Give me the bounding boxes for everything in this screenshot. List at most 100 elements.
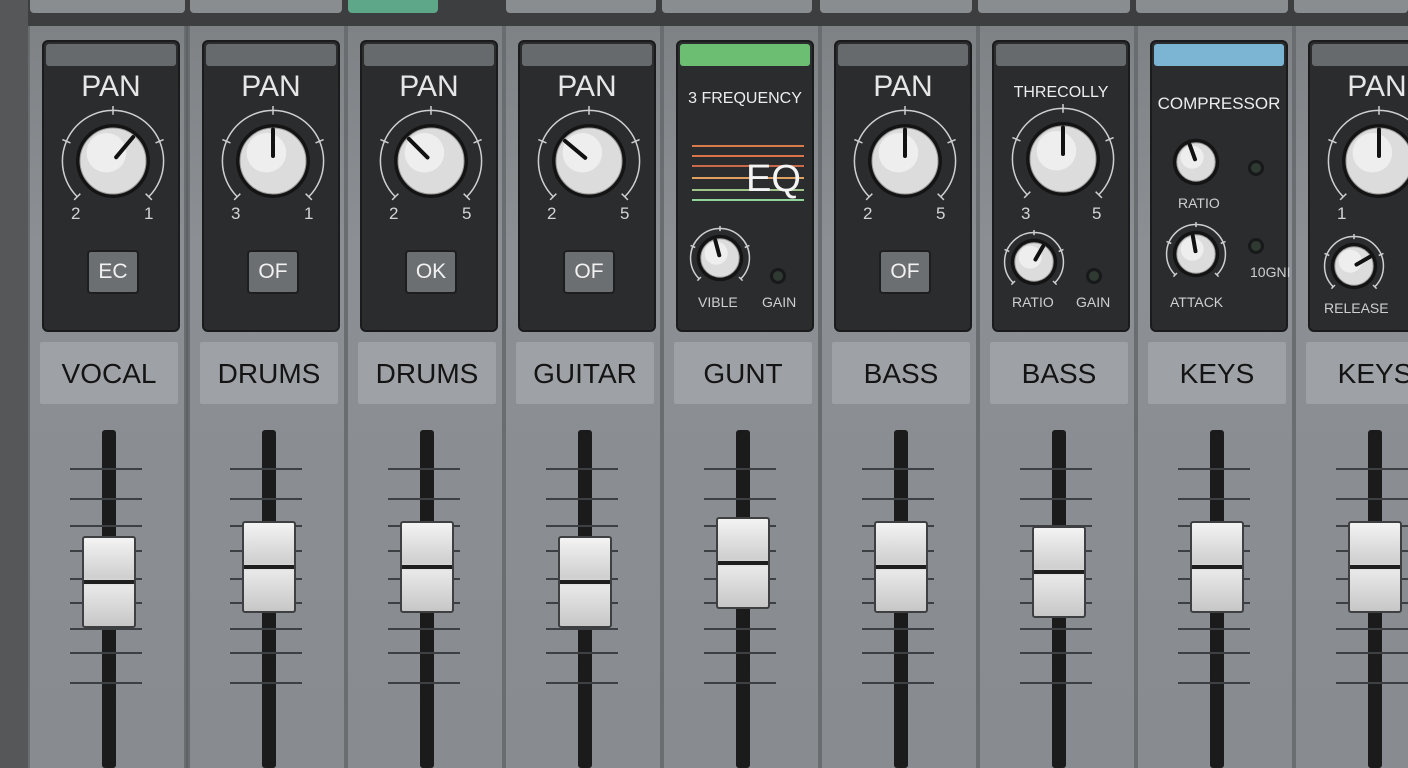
release-knob[interactable] [1322, 234, 1386, 298]
fader-tick [1020, 652, 1092, 654]
fader-area [822, 430, 976, 768]
eq-title: 3 FREQUENCY [688, 90, 802, 107]
fader-area [506, 430, 660, 768]
threshold-knob[interactable] [1008, 104, 1118, 214]
channel-panel: COMPRESSOR RATIO ATTACK 10GNI [1150, 40, 1291, 332]
gain-label: GAIN [1076, 294, 1111, 310]
left-edge [0, 0, 28, 768]
pan-knob[interactable] [376, 106, 486, 216]
knob-scale-right: 1 [144, 204, 154, 223]
attack-knob[interactable] [1164, 222, 1228, 286]
fader-area [664, 430, 818, 768]
channel-strip: PAN 2 5 OF BASS [820, 26, 978, 768]
knob-scale-right: 5 [1092, 204, 1102, 223]
vible-label: VIBLE [698, 294, 738, 310]
fader-tick [1336, 468, 1408, 470]
fader-tick [1020, 468, 1092, 470]
comp-led[interactable] [1248, 160, 1264, 176]
channel-button[interactable]: EC [87, 250, 139, 294]
fader-area [1296, 430, 1408, 768]
fader-cap[interactable] [82, 536, 136, 628]
channel-button[interactable]: OF [247, 250, 299, 294]
channel-strip: THRECOLLY 3 5 RATIO GAIN BASS [978, 26, 1136, 768]
fader-tick [388, 468, 460, 470]
pan-knob[interactable] [58, 106, 168, 216]
fader-tick [1020, 498, 1092, 500]
gain-led[interactable] [1086, 268, 1102, 284]
comp-led[interactable] [1248, 238, 1264, 254]
fader-tick [388, 652, 460, 654]
top-bar [0, 0, 1408, 26]
panel-header [996, 44, 1126, 66]
fader-cap[interactable] [1190, 521, 1244, 613]
pan-label: PAN [873, 70, 933, 103]
channel-panel: PAN 2 5 OF [834, 40, 972, 332]
fader-tick [862, 652, 934, 654]
knob-scale-left: 3 [231, 204, 241, 223]
fader-area [190, 430, 344, 768]
pan-knob[interactable] [218, 106, 328, 216]
fader-cap[interactable] [874, 521, 928, 613]
fader-tick [388, 498, 460, 500]
channel-strip: PAN 2 1 EC VOCAL [28, 26, 186, 768]
fader-tick [70, 525, 142, 527]
fader-cap[interactable] [1348, 521, 1402, 613]
channel-name: DRUMS [200, 342, 338, 404]
channel-strip: COMPRESSOR RATIO ATTACK 10GNI KEYS [1136, 26, 1294, 768]
pan-label: PAN [241, 70, 301, 103]
top-segment [1294, 0, 1408, 13]
channel-strip: PAN 2 5 OK DRUMS [346, 26, 504, 768]
channel-button[interactable]: OF [563, 250, 615, 294]
fader-tick [1020, 628, 1092, 630]
fader-tick [1336, 628, 1408, 630]
fader-cap[interactable] [716, 517, 770, 609]
knob-scale-right: 5 [620, 204, 630, 223]
fader-cap[interactable] [242, 521, 296, 613]
panel-header [522, 44, 652, 66]
panel-header [838, 44, 968, 66]
panel-header [46, 44, 176, 66]
pan-knob[interactable] [850, 106, 960, 216]
fader-tick [230, 682, 302, 684]
panel-header [1312, 44, 1408, 66]
knob-scale-left: 3 [1021, 204, 1031, 223]
led-label: 10GNI [1250, 264, 1291, 280]
fader-tick [1178, 628, 1250, 630]
fader-tick [230, 652, 302, 654]
fader-area [30, 430, 184, 768]
channel-name: KEYS [1306, 342, 1408, 404]
fader-cap[interactable] [1032, 526, 1086, 618]
pan-knob[interactable] [1324, 106, 1408, 216]
fader-tick [862, 468, 934, 470]
ratio-knob[interactable] [1002, 230, 1066, 294]
fader-tick [1336, 652, 1408, 654]
channel-name: KEYS [1148, 342, 1286, 404]
knob-scale-right: 1 [304, 204, 314, 223]
gain-led[interactable] [770, 268, 786, 284]
fader-tick [862, 682, 934, 684]
channel-name: DRUMS [358, 342, 496, 404]
channel-panel: PAN 2 1 EC [42, 40, 180, 332]
fader-tick [704, 468, 776, 470]
ratio-knob[interactable] [1164, 130, 1228, 194]
fader-tick [1336, 498, 1408, 500]
knob-scale-left: 2 [71, 204, 81, 223]
fader-tick [70, 652, 142, 654]
fader-tick [388, 682, 460, 684]
fader-cap[interactable] [558, 536, 612, 628]
fader-area [348, 430, 502, 768]
top-segment-active [348, 0, 438, 13]
knob-scale-right: 5 [462, 204, 472, 223]
channel-panel: 3 FREQUENCY EQ VIBLE GAIN [676, 40, 814, 332]
pan-label: PAN [399, 70, 459, 103]
fader-cap[interactable] [400, 521, 454, 613]
pan-knob[interactable] [534, 106, 644, 216]
top-segment [30, 0, 185, 13]
channel-button[interactable]: OK [405, 250, 457, 294]
channel-button[interactable]: OF [879, 250, 931, 294]
vible-knob[interactable] [688, 226, 752, 290]
fader-tick [230, 628, 302, 630]
release-label: RELEASE [1324, 300, 1389, 316]
channel-panel: PAN 3 1 OF [202, 40, 340, 332]
fader-tick [70, 498, 142, 500]
